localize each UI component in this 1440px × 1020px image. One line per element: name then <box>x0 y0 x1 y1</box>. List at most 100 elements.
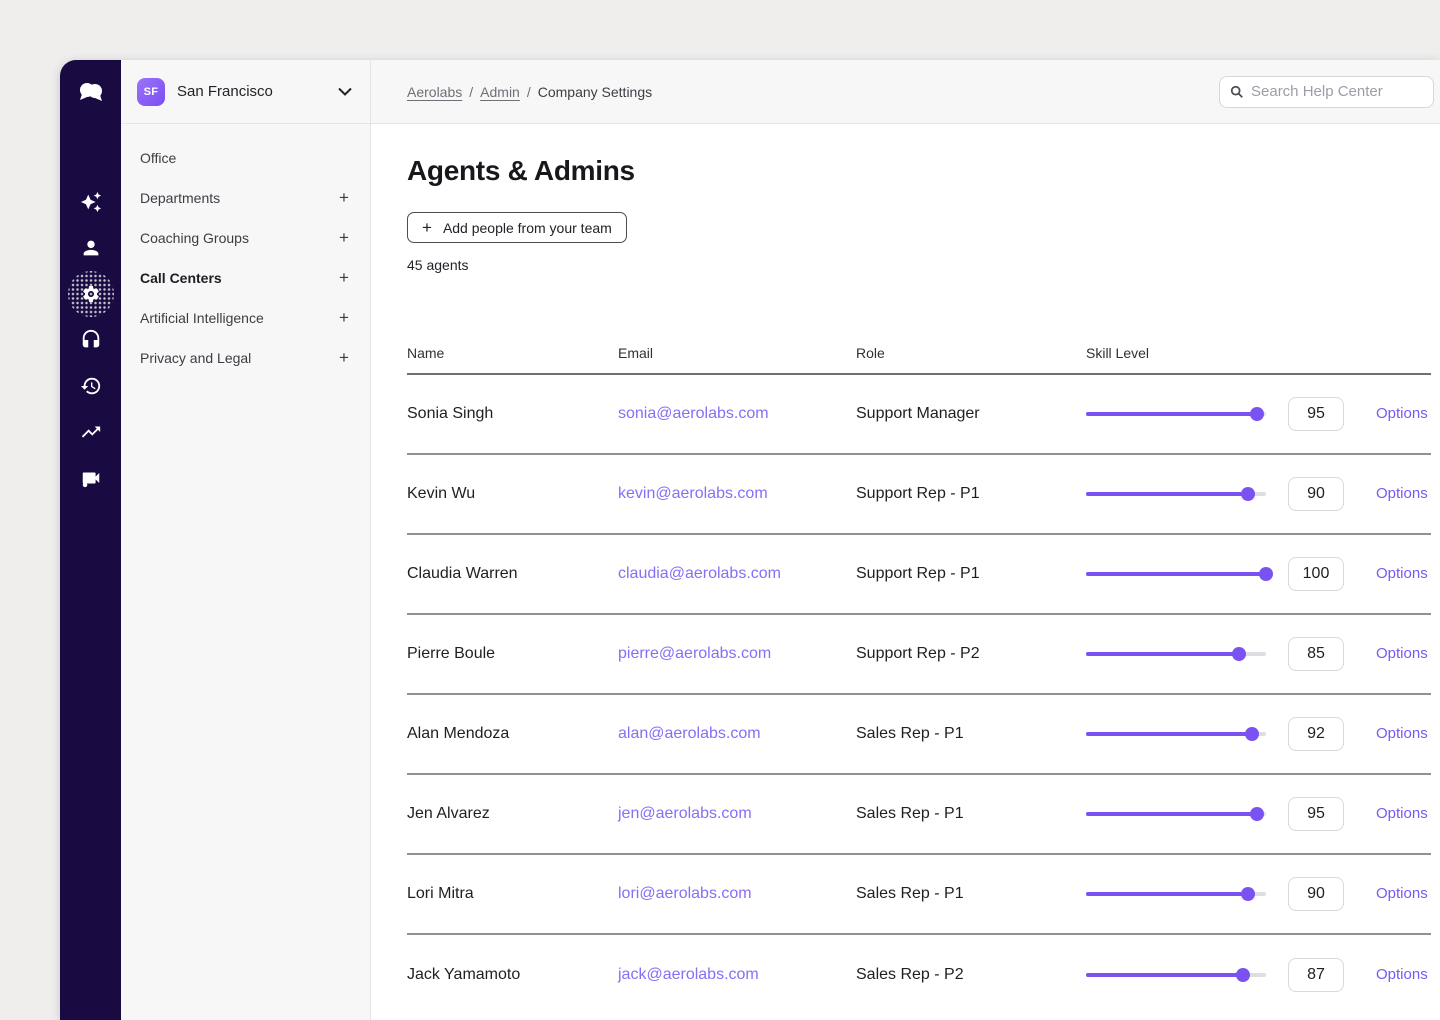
help-search[interactable] <box>1219 76 1434 108</box>
agent-email-link[interactable]: sonia@aerolabs.com <box>618 405 769 422</box>
sidebar-item-call-centers[interactable]: Call Centers + <box>121 258 370 298</box>
agent-name: Alan Mendoza <box>407 725 618 743</box>
skill-slider[interactable] <box>1086 727 1266 741</box>
sidebar-item-office[interactable]: Office + <box>121 138 370 178</box>
agent-email-link[interactable]: claudia@aerolabs.com <box>618 565 781 582</box>
skill-slider[interactable] <box>1086 567 1266 581</box>
slider-fill <box>1086 412 1257 416</box>
skill-slider[interactable] <box>1086 487 1266 501</box>
dialpad-logo[interactable] <box>60 60 121 124</box>
plus-icon[interactable]: + <box>337 348 351 368</box>
slider-thumb[interactable] <box>1232 647 1246 661</box>
skill-value-input[interactable] <box>1288 637 1344 671</box>
skill-slider-cell <box>1086 968 1288 982</box>
table-row: Jen Alvarez jen@aerolabs.com Sales Rep -… <box>407 775 1431 855</box>
agent-name: Lori Mitra <box>407 885 618 903</box>
table-header-row: Name Email Role Skill Level <box>407 333 1431 373</box>
skill-slider-cell <box>1086 567 1288 581</box>
agent-role: Support Rep - P1 <box>856 565 1086 583</box>
sidebar-item-departments[interactable]: Departments + <box>121 178 370 218</box>
agent-email-cell: kevin@aerolabs.com <box>618 485 856 503</box>
skill-value-input[interactable] <box>1288 717 1344 751</box>
breadcrumb-current: Company Settings <box>538 84 652 100</box>
slider-fill <box>1086 732 1252 736</box>
person-icon[interactable] <box>68 225 114 271</box>
search-input[interactable] <box>1251 83 1423 100</box>
agent-email-cell: jen@aerolabs.com <box>618 805 856 823</box>
agent-role: Support Rep - P1 <box>856 485 1086 503</box>
agent-email-link[interactable]: pierre@aerolabs.com <box>618 645 771 662</box>
skill-value-input[interactable] <box>1288 958 1344 992</box>
sparkles-icon[interactable] <box>68 179 114 225</box>
skill-slider[interactable] <box>1086 968 1266 982</box>
skill-slider[interactable] <box>1086 807 1266 821</box>
options-link[interactable]: Options <box>1376 725 1428 742</box>
skill-slider-cell <box>1086 647 1288 661</box>
options-link[interactable]: Options <box>1376 645 1428 662</box>
breadcrumb-separator: / <box>469 84 473 100</box>
slider-thumb[interactable] <box>1241 887 1255 901</box>
table-row: Sonia Singh sonia@aerolabs.com Support M… <box>407 375 1431 455</box>
page-title: Agents & Admins <box>407 154 1430 188</box>
options-cell: Options <box>1376 966 1432 984</box>
skill-slider[interactable] <box>1086 887 1266 901</box>
skill-value-cell <box>1288 797 1376 831</box>
options-link[interactable]: Options <box>1376 805 1428 822</box>
main-area: Aerolabs / Admin / Company Settings Agen… <box>371 60 1440 1020</box>
options-link[interactable]: Options <box>1376 405 1428 422</box>
agent-email-link[interactable]: kevin@aerolabs.com <box>618 485 768 502</box>
slider-thumb[interactable] <box>1245 727 1259 741</box>
agent-email-link[interactable]: jen@aerolabs.com <box>618 805 752 822</box>
skill-value-cell <box>1288 958 1376 992</box>
slider-fill <box>1086 492 1248 496</box>
sidebar-item-coaching-groups[interactable]: Coaching Groups + <box>121 218 370 258</box>
table-row: Kevin Wu kevin@aerolabs.com Support Rep … <box>407 455 1431 535</box>
agent-email-link[interactable]: jack@aerolabs.com <box>618 966 759 983</box>
agent-email-link[interactable]: lori@aerolabs.com <box>618 885 752 902</box>
table-row: Lori Mitra lori@aerolabs.com Sales Rep -… <box>407 855 1431 935</box>
plus-icon[interactable]: + <box>337 268 351 288</box>
skill-slider[interactable] <box>1086 647 1266 661</box>
options-link[interactable]: Options <box>1376 966 1428 983</box>
breadcrumb-link-admin[interactable]: Admin <box>480 84 520 100</box>
slider-thumb[interactable] <box>1236 968 1250 982</box>
add-people-button[interactable]: + Add people from your team <box>407 212 627 243</box>
skill-value-input[interactable] <box>1288 477 1344 511</box>
gear-icon[interactable] <box>68 271 114 317</box>
skill-value-input[interactable] <box>1288 397 1344 431</box>
slider-fill <box>1086 572 1266 576</box>
agent-email-link[interactable]: alan@aerolabs.com <box>618 725 761 742</box>
skill-value-input[interactable] <box>1288 877 1344 911</box>
slider-thumb[interactable] <box>1241 487 1255 501</box>
skill-slider[interactable] <box>1086 407 1266 421</box>
plus-icon[interactable]: + <box>337 308 351 328</box>
headset-icon[interactable] <box>68 317 114 363</box>
options-link[interactable]: Options <box>1376 885 1428 902</box>
column-header-skill: Skill Level <box>1086 345 1288 361</box>
options-cell: Options <box>1376 885 1432 903</box>
video-settings-icon[interactable] <box>68 455 114 501</box>
plus-icon[interactable]: + <box>337 228 351 248</box>
search-icon <box>1230 85 1244 99</box>
options-link[interactable]: Options <box>1376 485 1428 502</box>
agent-role: Sales Rep - P1 <box>856 725 1086 743</box>
trending-up-icon[interactable] <box>68 409 114 455</box>
plus-icon[interactable]: + <box>337 188 351 208</box>
sidebar: SF San Francisco Office + Departments + … <box>121 60 371 1020</box>
slider-thumb[interactable] <box>1259 567 1273 581</box>
column-header-role: Role <box>856 345 1086 361</box>
options-link[interactable]: Options <box>1376 565 1428 582</box>
sidebar-item-privacy-and-legal[interactable]: Privacy and Legal + <box>121 338 370 378</box>
skill-value-input[interactable] <box>1288 557 1344 591</box>
breadcrumb-link-aerolabs[interactable]: Aerolabs <box>407 84 462 100</box>
skill-value-cell <box>1288 557 1376 591</box>
sidebar-item-label: Call Centers <box>140 270 337 286</box>
add-people-label: Add people from your team <box>443 220 612 236</box>
options-cell: Options <box>1376 645 1432 663</box>
slider-thumb[interactable] <box>1250 807 1264 821</box>
workspace-selector[interactable]: SF San Francisco <box>121 60 370 124</box>
history-icon[interactable] <box>68 363 114 409</box>
skill-value-input[interactable] <box>1288 797 1344 831</box>
slider-thumb[interactable] <box>1250 407 1264 421</box>
sidebar-item-artificial-intelligence[interactable]: Artificial Intelligence + <box>121 298 370 338</box>
